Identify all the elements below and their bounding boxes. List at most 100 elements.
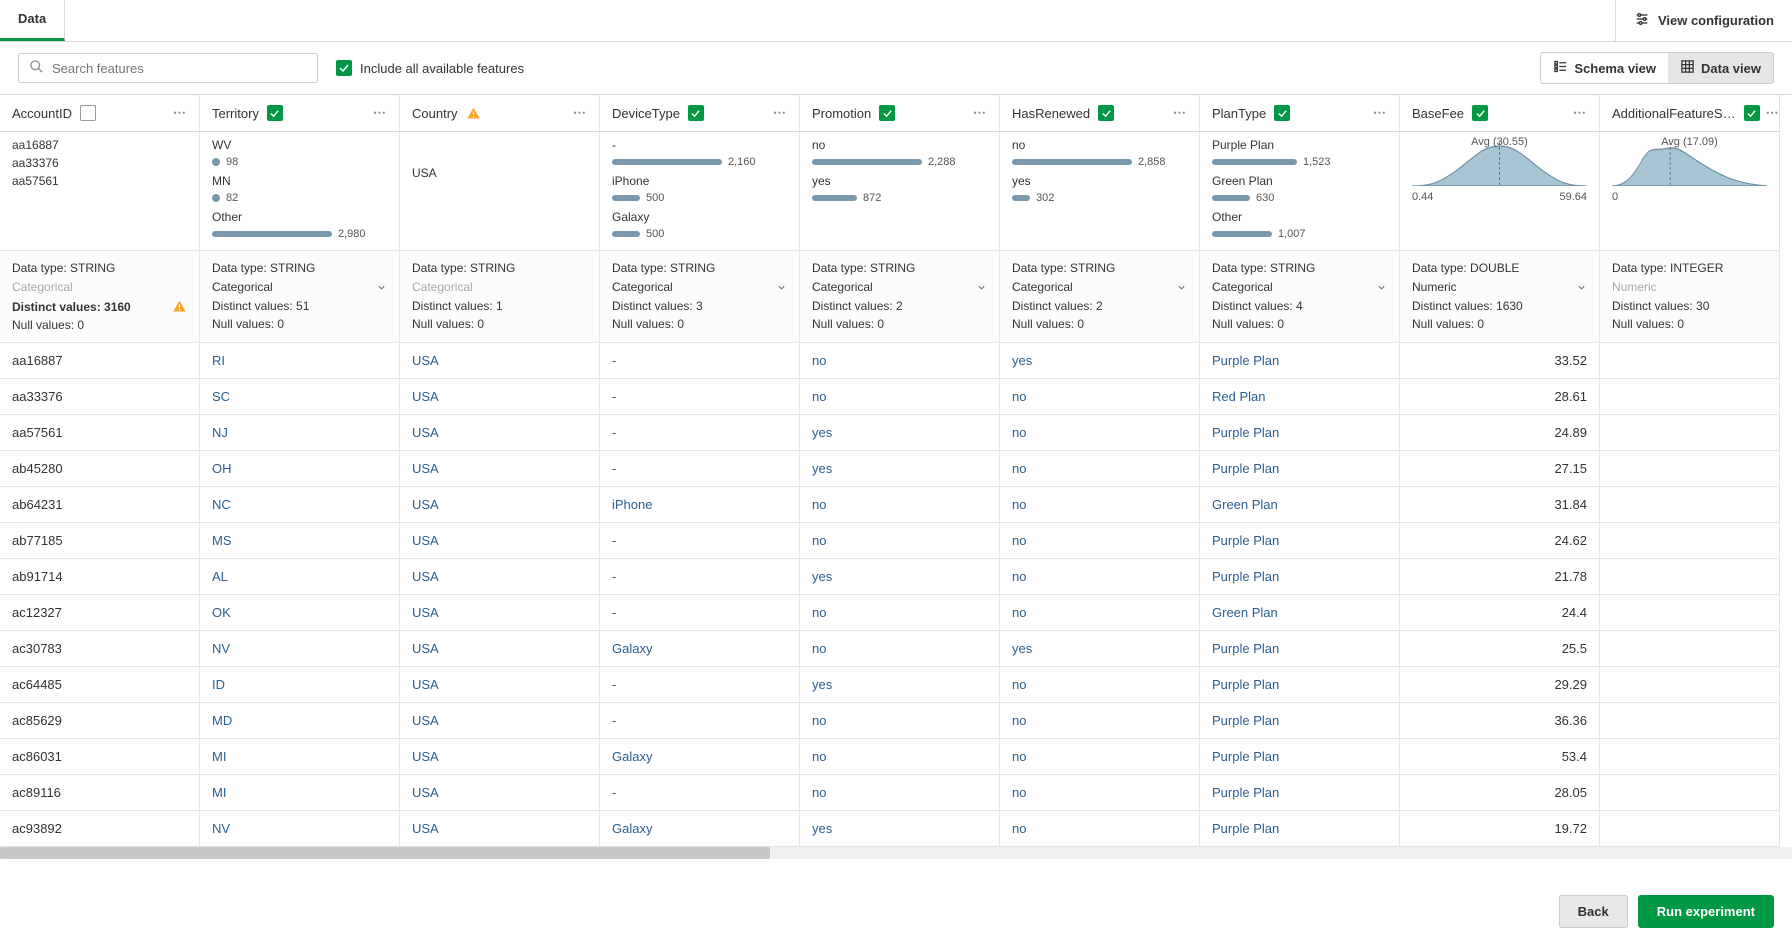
table-cell[interactable]: yes: [800, 811, 1000, 847]
table-cell[interactable]: Purple Plan: [1200, 451, 1400, 487]
table-cell[interactable]: yes: [800, 667, 1000, 703]
table-cell[interactable]: no: [1000, 451, 1200, 487]
more-icon[interactable]: ⋯: [1573, 105, 1587, 121]
table-cell[interactable]: SC: [200, 379, 400, 415]
table-cell[interactable]: Purple Plan: [1200, 703, 1400, 739]
data-view-button[interactable]: Data view: [1668, 53, 1773, 83]
table-cell[interactable]: USA: [400, 487, 600, 523]
table-cell[interactable]: no: [800, 523, 1000, 559]
table-cell[interactable]: 24.89: [1400, 415, 1600, 451]
table-cell[interactable]: Purple Plan: [1200, 667, 1400, 703]
table-cell[interactable]: -: [600, 523, 800, 559]
table-cell[interactable]: ID: [200, 667, 400, 703]
table-cell[interactable]: AL: [200, 559, 400, 595]
table-cell[interactable]: no: [800, 379, 1000, 415]
table-cell[interactable]: -: [600, 703, 800, 739]
table-cell[interactable]: [1600, 595, 1780, 631]
table-cell[interactable]: no: [1000, 811, 1200, 847]
table-cell[interactable]: Galaxy: [600, 811, 800, 847]
more-icon[interactable]: ⋯: [1373, 105, 1387, 121]
column-header-plantype[interactable]: PlanType⋯: [1200, 95, 1400, 132]
table-cell[interactable]: no: [800, 775, 1000, 811]
table-cell[interactable]: no: [800, 631, 1000, 667]
table-cell[interactable]: [1600, 379, 1780, 415]
more-icon[interactable]: ⋯: [373, 105, 387, 121]
table-cell[interactable]: USA: [400, 739, 600, 775]
table-cell[interactable]: no: [1000, 667, 1200, 703]
column-header-promotion[interactable]: Promotion⋯: [800, 95, 1000, 132]
table-cell[interactable]: no: [1000, 739, 1200, 775]
horizontal-scrollbar[interactable]: [0, 847, 1792, 859]
feature-type-select[interactable]: Numeric: [1412, 277, 1587, 297]
column-checkbox[interactable]: [1274, 105, 1290, 121]
table-cell[interactable]: -: [600, 775, 800, 811]
table-cell[interactable]: yes: [800, 415, 1000, 451]
table-cell[interactable]: USA: [400, 451, 600, 487]
table-cell[interactable]: NJ: [200, 415, 400, 451]
table-cell[interactable]: no: [1000, 523, 1200, 559]
more-icon[interactable]: ⋯: [573, 105, 587, 121]
table-cell[interactable]: NV: [200, 631, 400, 667]
column-checkbox[interactable]: [267, 105, 283, 121]
column-header-hasrenewed[interactable]: HasRenewed⋯: [1000, 95, 1200, 132]
column-header-basefee[interactable]: BaseFee⋯: [1400, 95, 1600, 132]
back-button[interactable]: Back: [1559, 895, 1628, 928]
table-cell[interactable]: 25.5: [1400, 631, 1600, 667]
table-cell[interactable]: 28.61: [1400, 379, 1600, 415]
table-cell[interactable]: ab45280: [0, 451, 200, 487]
search-features-input[interactable]: [18, 53, 318, 83]
table-cell[interactable]: Green Plan: [1200, 595, 1400, 631]
table-cell[interactable]: -: [600, 595, 800, 631]
column-header-accountid[interactable]: AccountID⋯: [0, 95, 200, 132]
table-cell[interactable]: no: [1000, 559, 1200, 595]
table-cell[interactable]: -: [600, 667, 800, 703]
table-cell[interactable]: 27.15: [1400, 451, 1600, 487]
table-cell[interactable]: ac64485: [0, 667, 200, 703]
table-cell[interactable]: no: [800, 595, 1000, 631]
table-cell[interactable]: [1600, 775, 1780, 811]
table-cell[interactable]: Purple Plan: [1200, 775, 1400, 811]
table-cell[interactable]: USA: [400, 343, 600, 379]
table-cell[interactable]: ac93892: [0, 811, 200, 847]
table-cell[interactable]: -: [600, 379, 800, 415]
table-cell[interactable]: USA: [400, 559, 600, 595]
table-cell[interactable]: Purple Plan: [1200, 811, 1400, 847]
table-cell[interactable]: -: [600, 343, 800, 379]
table-cell[interactable]: [1600, 703, 1780, 739]
column-header-country[interactable]: Country⋯: [400, 95, 600, 132]
table-cell[interactable]: USA: [400, 379, 600, 415]
table-cell[interactable]: no: [1000, 487, 1200, 523]
schema-view-button[interactable]: Schema view: [1541, 53, 1668, 83]
table-cell[interactable]: ac85629: [0, 703, 200, 739]
table-cell[interactable]: yes: [1000, 631, 1200, 667]
table-cell[interactable]: 24.62: [1400, 523, 1600, 559]
column-checkbox[interactable]: [1744, 105, 1760, 121]
table-cell[interactable]: aa57561: [0, 415, 200, 451]
table-cell[interactable]: [1600, 343, 1780, 379]
column-header-devicetype[interactable]: DeviceType⋯: [600, 95, 800, 132]
search-field[interactable]: [52, 61, 307, 76]
table-cell[interactable]: [1600, 523, 1780, 559]
table-cell[interactable]: yes: [800, 451, 1000, 487]
table-cell[interactable]: no: [1000, 415, 1200, 451]
table-cell[interactable]: yes: [1000, 343, 1200, 379]
table-cell[interactable]: Purple Plan: [1200, 559, 1400, 595]
table-cell[interactable]: -: [600, 559, 800, 595]
table-cell[interactable]: NV: [200, 811, 400, 847]
table-cell[interactable]: RI: [200, 343, 400, 379]
table-cell[interactable]: no: [1000, 703, 1200, 739]
table-cell[interactable]: Galaxy: [600, 739, 800, 775]
table-cell[interactable]: MS: [200, 523, 400, 559]
table-cell[interactable]: Red Plan: [1200, 379, 1400, 415]
table-cell[interactable]: USA: [400, 775, 600, 811]
table-cell[interactable]: Purple Plan: [1200, 739, 1400, 775]
table-cell[interactable]: USA: [400, 523, 600, 559]
table-cell[interactable]: aa16887: [0, 343, 200, 379]
table-cell[interactable]: 53.4: [1400, 739, 1600, 775]
table-cell[interactable]: 36.36: [1400, 703, 1600, 739]
view-configuration-button[interactable]: View configuration: [1615, 0, 1792, 41]
column-checkbox[interactable]: [80, 105, 96, 121]
table-cell[interactable]: [1600, 415, 1780, 451]
feature-type-select[interactable]: Categorical: [612, 277, 787, 297]
table-cell[interactable]: ab91714: [0, 559, 200, 595]
